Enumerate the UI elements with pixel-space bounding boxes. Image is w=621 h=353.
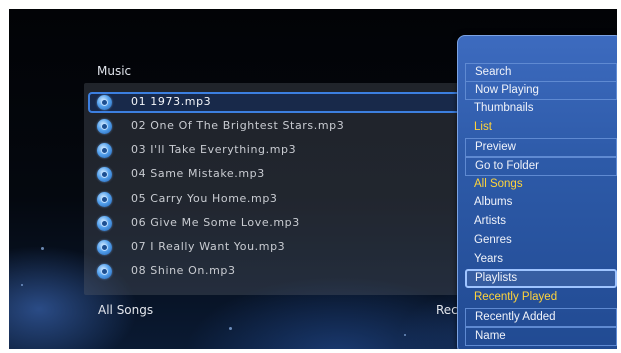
menu-item-years[interactable]: Years [465,251,617,270]
music-disc-icon [97,192,112,207]
song-row[interactable]: 02 One Of The Brightest Stars.mp3 [88,116,480,137]
menu-item-albums[interactable]: Albums [465,194,617,213]
menu-item-recently-played[interactable]: Recently Played [465,289,617,308]
song-row[interactable]: 03 I'll Take Everything.mp3 [88,140,480,161]
song-title: 08 Shine On.mp3 [131,264,236,277]
options-menu: Search Now Playing Thumbnails List Previ… [457,35,617,349]
background-sparkle [41,247,44,250]
song-title: 03 I'll Take Everything.mp3 [131,143,297,156]
song-row[interactable]: 05 Carry You Home.mp3 [88,189,480,210]
background-sparkle [229,327,232,330]
menu-item-search[interactable]: Search [465,63,617,82]
sort-mode-label: Rec [436,303,458,317]
menu-item-list[interactable]: List [465,119,617,138]
menu-item-all-songs[interactable]: All Songs [465,176,617,195]
song-title: 07 I Really Want You.mp3 [131,240,286,253]
music-disc-icon [97,143,112,158]
menu-item-now-playing[interactable]: Now Playing [465,81,617,100]
music-disc-icon [97,95,112,110]
music-disc-icon [97,240,112,255]
menu-item-preview[interactable]: Preview [465,138,617,157]
menu-item-artists[interactable]: Artists [465,213,617,232]
menu-item-playlists[interactable]: Playlists [465,269,617,288]
music-disc-icon [97,167,112,182]
menu-item-thumbnails[interactable]: Thumbnails [465,100,617,119]
song-row[interactable]: 07 I Really Want You.mp3 [88,237,480,258]
media-player-screen: Music 01 1973.mp3 02 One Of The Brightes… [9,9,617,349]
background-sparkle [21,284,23,286]
tv-frame: Music 01 1973.mp3 02 One Of The Brightes… [0,0,621,353]
song-row[interactable]: 01 1973.mp3 [88,92,480,113]
menu-item-name[interactable]: Name [465,327,617,346]
music-disc-icon [97,264,112,279]
background-sparkle [404,334,406,336]
menu-item-recently-added[interactable]: Recently Added [465,308,617,327]
song-list: 01 1973.mp3 02 One Of The Brightest Star… [84,83,484,295]
song-title: 01 1973.mp3 [131,95,212,108]
music-disc-icon [97,216,112,231]
song-title: 05 Carry You Home.mp3 [131,192,278,205]
song-row[interactable]: 08 Shine On.mp3 [88,261,480,282]
browser-title: Music [97,64,132,78]
menu-item-go-to-folder[interactable]: Go to Folder [465,157,617,176]
song-title: 02 One Of The Brightest Stars.mp3 [131,119,345,132]
song-title: 06 Give Me Some Love.mp3 [131,216,300,229]
song-title: 04 Same Mistake.mp3 [131,167,265,180]
song-row[interactable]: 06 Give Me Some Love.mp3 [88,213,480,234]
menu-item-genres[interactable]: Genres [465,232,617,251]
music-disc-icon [97,119,112,134]
current-view-label: All Songs [98,303,154,317]
song-row[interactable]: 04 Same Mistake.mp3 [88,164,480,185]
